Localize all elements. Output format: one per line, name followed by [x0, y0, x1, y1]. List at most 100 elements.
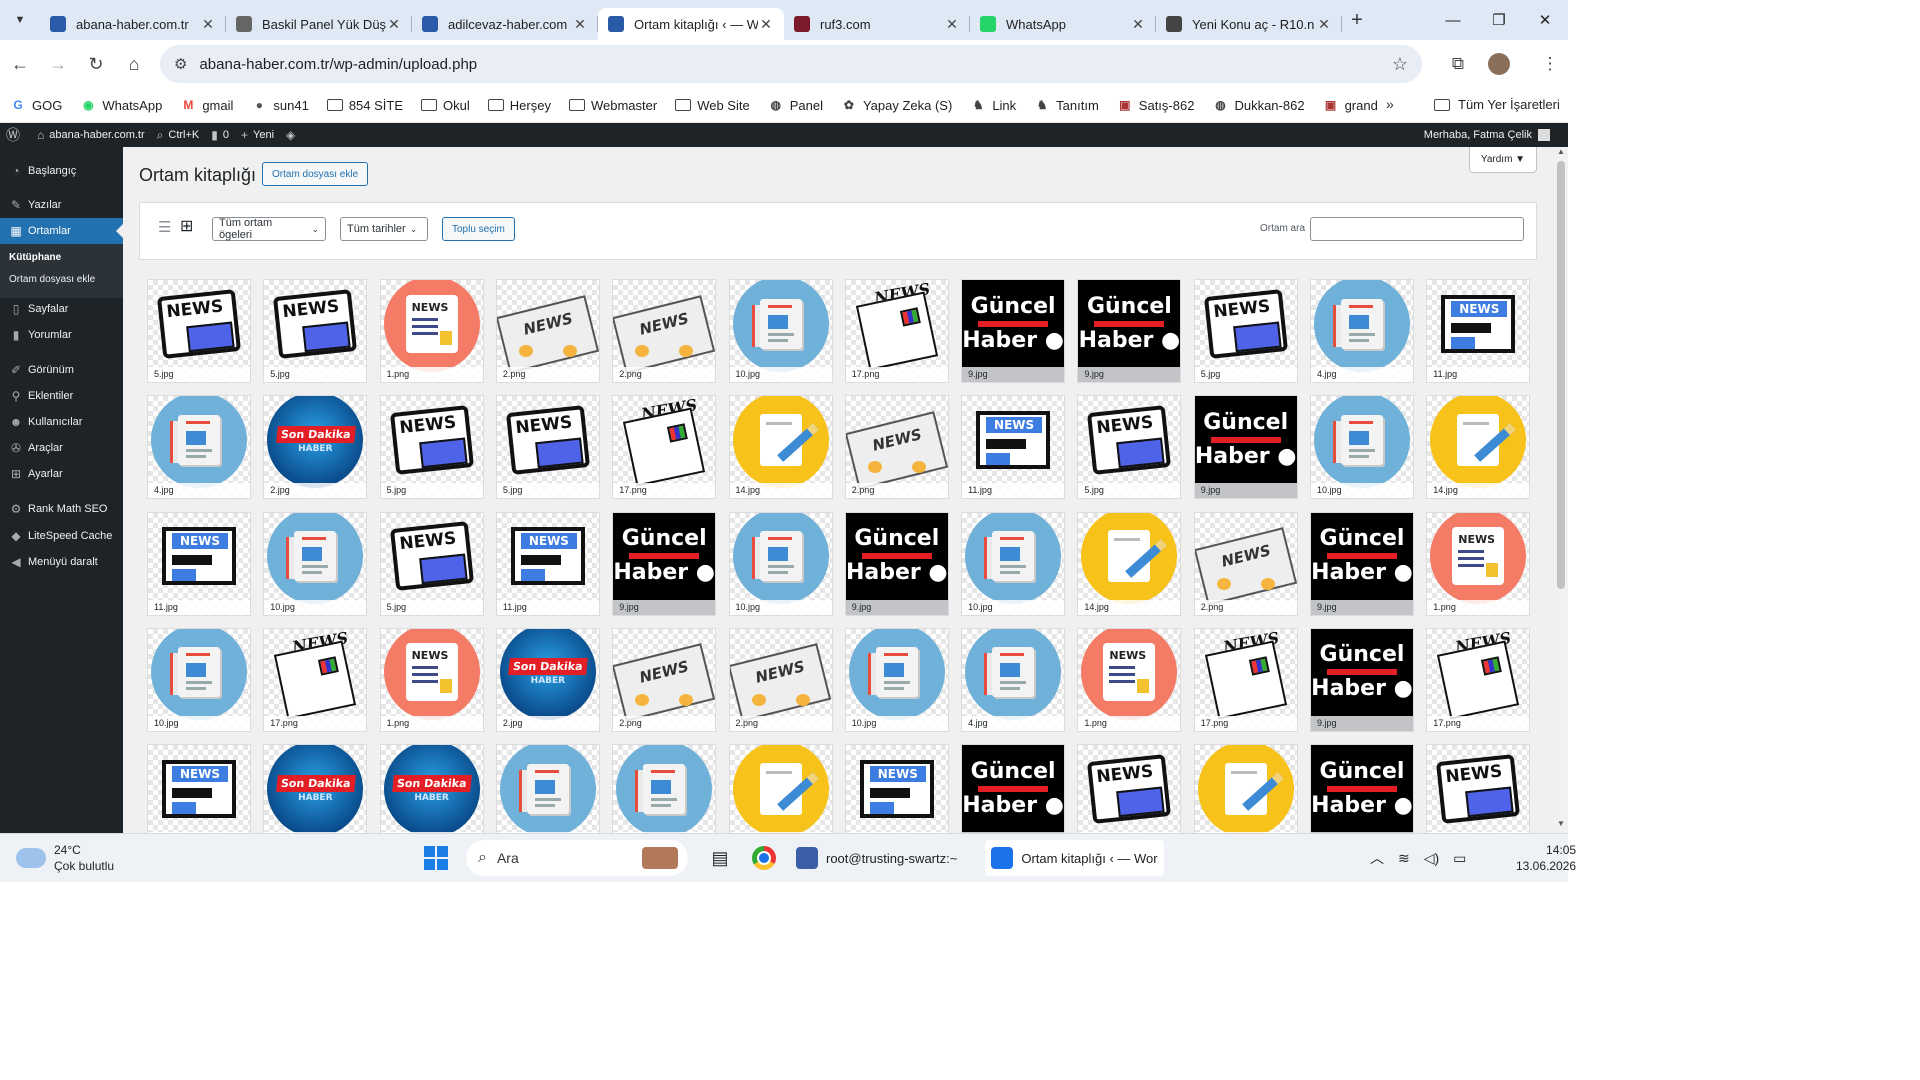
sidebar-item[interactable]: ✇ Araçlar: [0, 435, 123, 461]
attachment-tile[interactable]: 4.jpg: [147, 395, 251, 500]
notepad-taskbar-icon[interactable]: ▤: [702, 840, 738, 876]
tab-search-button[interactable]: ▼: [6, 6, 34, 34]
submenu-add-media[interactable]: Ortam dosyası ekle: [9, 274, 95, 285]
site-info-icon[interactable]: ⚙: [174, 55, 187, 73]
attachment-tile[interactable]: NEWS 2.png: [612, 627, 717, 732]
attachment-tile[interactable]: GüncelHaber ●9.jpg: [844, 511, 949, 616]
attachment-tile[interactable]: NEWS 2.png: [1193, 511, 1298, 616]
close-tab-icon[interactable]: ✕: [572, 16, 588, 33]
browser-tab[interactable]: WhatsApp ✕: [970, 8, 1156, 40]
bookmark-item[interactable]: ♞ Tanıtım: [1034, 97, 1099, 113]
attachment-tile[interactable]: GüncelHaber ●9.jpg: [1310, 511, 1414, 616]
attachment-tile[interactable]: NEWS 17.png: [1426, 627, 1531, 732]
minimize-icon[interactable]: —: [1430, 0, 1476, 40]
attachment-tile[interactable]: Son DakikaHABER2.jpg: [379, 744, 484, 833]
browser-tab[interactable]: abana-haber.com.tr ✕: [40, 8, 226, 40]
new-tab-button[interactable]: +: [1342, 9, 1372, 32]
taskbar-app[interactable]: Ortam kitaplığı ‹ — Wor: [985, 840, 1164, 876]
sidebar-item[interactable]: ◔ Başlangıç: [0, 158, 123, 184]
attachment-tile[interactable]: Son DakikaHABER2.jpg: [263, 744, 368, 833]
bookmark-star-icon[interactable]: ☆: [1392, 54, 1408, 75]
attachment-tile[interactable]: GüncelHaber ●9.jpg: [1310, 627, 1414, 732]
browser-tab[interactable]: ruf3.com ✕: [784, 8, 970, 40]
sidebar-item[interactable]: ◀ Menüyü daralt: [0, 549, 123, 575]
all-bookmarks[interactable]: Tüm Yer İşaretleri: [1434, 97, 1560, 112]
start-button[interactable]: [424, 846, 448, 870]
reload-button[interactable]: ↻: [78, 46, 114, 82]
submenu-library[interactable]: Kütüphane: [9, 252, 61, 263]
my-account[interactable]: Merhaba, Fatma Çelik: [1424, 123, 1550, 147]
attachment-tile[interactable]: NEWS5.jpg: [1426, 744, 1531, 833]
clock[interactable]: 14:05 13.06.2026: [1516, 842, 1576, 874]
attachment-tile[interactable]: NEWS5.jpg: [379, 395, 484, 500]
browser-tab[interactable]: Baskil Panel Yük Düşü ✕: [226, 8, 412, 40]
taskbar-search[interactable]: ⌕ Ara: [466, 840, 688, 876]
close-tab-icon[interactable]: ✕: [1316, 16, 1332, 33]
attachment-tile[interactable]: NEWS 1.png: [379, 627, 484, 732]
attachment-tile[interactable]: NEWS11.jpg: [147, 511, 251, 616]
bookmark-item[interactable]: Web Site: [675, 97, 750, 113]
attachment-tile[interactable]: 10.jpg: [728, 279, 833, 383]
taskbar-app[interactable]: root@trusting-swartz:~: [790, 840, 963, 876]
attachment-tile[interactable]: NEWS 1.png: [1426, 511, 1531, 616]
address-bar[interactable]: ⚙ abana-haber.com.tr/wp-admin/upload.php…: [160, 45, 1422, 83]
bookmark-item[interactable]: ▣ grand: [1323, 97, 1378, 113]
browser-tab[interactable]: Yeni Konu aç - R10.n ✕: [1156, 8, 1342, 40]
bookmark-item[interactable]: Herşey: [487, 97, 551, 113]
attachment-tile[interactable]: 4.jpg: [961, 627, 1066, 732]
attachment-tile[interactable]: NEWS 2.png: [728, 627, 833, 732]
attachment-tile[interactable]: GüncelHaber ●9.jpg: [961, 279, 1066, 383]
attachment-tile[interactable]: 10.jpg: [844, 627, 949, 732]
close-tab-icon[interactable]: ✕: [944, 16, 960, 33]
attachment-tile[interactable]: 10.jpg: [263, 511, 368, 616]
attachment-tile[interactable]: NEWS11.jpg: [844, 744, 949, 833]
attachment-tile[interactable]: NEWS11.jpg: [961, 395, 1066, 500]
attachment-tile[interactable]: NEWS 17.png: [263, 627, 368, 732]
menu-icon[interactable]: ⋮: [1532, 46, 1568, 82]
bookmark-item[interactable]: Okul: [421, 97, 470, 113]
scroll-down-icon[interactable]: ▼: [1554, 819, 1568, 833]
attachment-tile[interactable]: NEWS5.jpg: [1077, 744, 1182, 833]
attachment-tile[interactable]: 4.jpg: [1310, 279, 1414, 383]
attachment-tile[interactable]: NEWS11.jpg: [147, 744, 251, 833]
attachment-tile[interactable]: 10.jpg: [728, 511, 833, 616]
attachment-tile[interactable]: NEWS5.jpg: [263, 279, 368, 383]
back-button[interactable]: ←: [2, 46, 38, 82]
attachment-tile[interactable]: 14.jpg: [728, 395, 833, 500]
attachment-tile[interactable]: 10.jpg: [1310, 395, 1414, 500]
bookmark-item[interactable]: ◉ WhatsApp: [80, 97, 162, 113]
attachment-tile[interactable]: 14.jpg: [728, 744, 833, 833]
attachment-tile[interactable]: NEWS5.jpg: [379, 511, 484, 616]
url-text[interactable]: abana-haber.com.tr/wp-admin/upload.php: [199, 56, 477, 73]
close-tab-icon[interactable]: ✕: [200, 16, 216, 33]
wp-logo[interactable]: Ⓦ: [6, 125, 25, 145]
new-content-link[interactable]: + Yeni: [241, 128, 274, 142]
bookmark-item[interactable]: ✿ Yapay Zeka (S): [841, 97, 952, 113]
attachment-tile[interactable]: Son DakikaHABER2.jpg: [263, 395, 368, 500]
bookmark-item[interactable]: ▣ Satış-862: [1117, 97, 1194, 113]
attachment-tile[interactable]: NEWS 1.png: [379, 279, 484, 383]
attachment-tile[interactable]: NEWS11.jpg: [1426, 279, 1531, 383]
bookmark-item[interactable]: Webmaster: [568, 97, 657, 113]
page-scrollbar[interactable]: ▲ ▼: [1554, 147, 1568, 833]
bookmark-item[interactable]: G GOG: [10, 97, 62, 113]
attachment-tile[interactable]: 10.jpg: [612, 744, 717, 833]
bookmark-item[interactable]: ◍ Dukkan-862: [1212, 97, 1304, 113]
browser-tab[interactable]: Ortam kitaplığı ‹ — W ✕: [598, 8, 784, 40]
weather-widget[interactable]: 24°C Çok bulutlu: [14, 842, 114, 874]
sidebar-item[interactable]: ▮ Yorumlar: [0, 322, 123, 348]
sidebar-item[interactable]: ✐ Görünüm: [0, 357, 123, 383]
attachment-tile[interactable]: 10.jpg: [147, 627, 251, 732]
attachment-tile[interactable]: NEWS 2.png: [844, 395, 949, 500]
attachment-tile[interactable]: NEWS 1.png: [1077, 627, 1182, 732]
sidebar-item[interactable]: ▦ Ortamlar: [0, 218, 123, 244]
list-view-icon[interactable]: ☰: [158, 220, 174, 236]
filter-date-select[interactable]: Tüm tarihler ⌄: [340, 217, 428, 241]
sidebar-item[interactable]: ⚲ Eklentiler: [0, 383, 123, 409]
attachment-tile[interactable]: Son DakikaHABER2.jpg: [495, 627, 600, 732]
attachment-tile[interactable]: 10.jpg: [495, 744, 600, 833]
attachment-tile[interactable]: NEWS5.jpg: [147, 279, 251, 383]
sidebar-item[interactable]: ⚙ Rank Math SEO: [0, 496, 123, 522]
close-tab-icon[interactable]: ✕: [758, 16, 774, 33]
grid-view-icon[interactable]: ⊞: [180, 219, 196, 235]
